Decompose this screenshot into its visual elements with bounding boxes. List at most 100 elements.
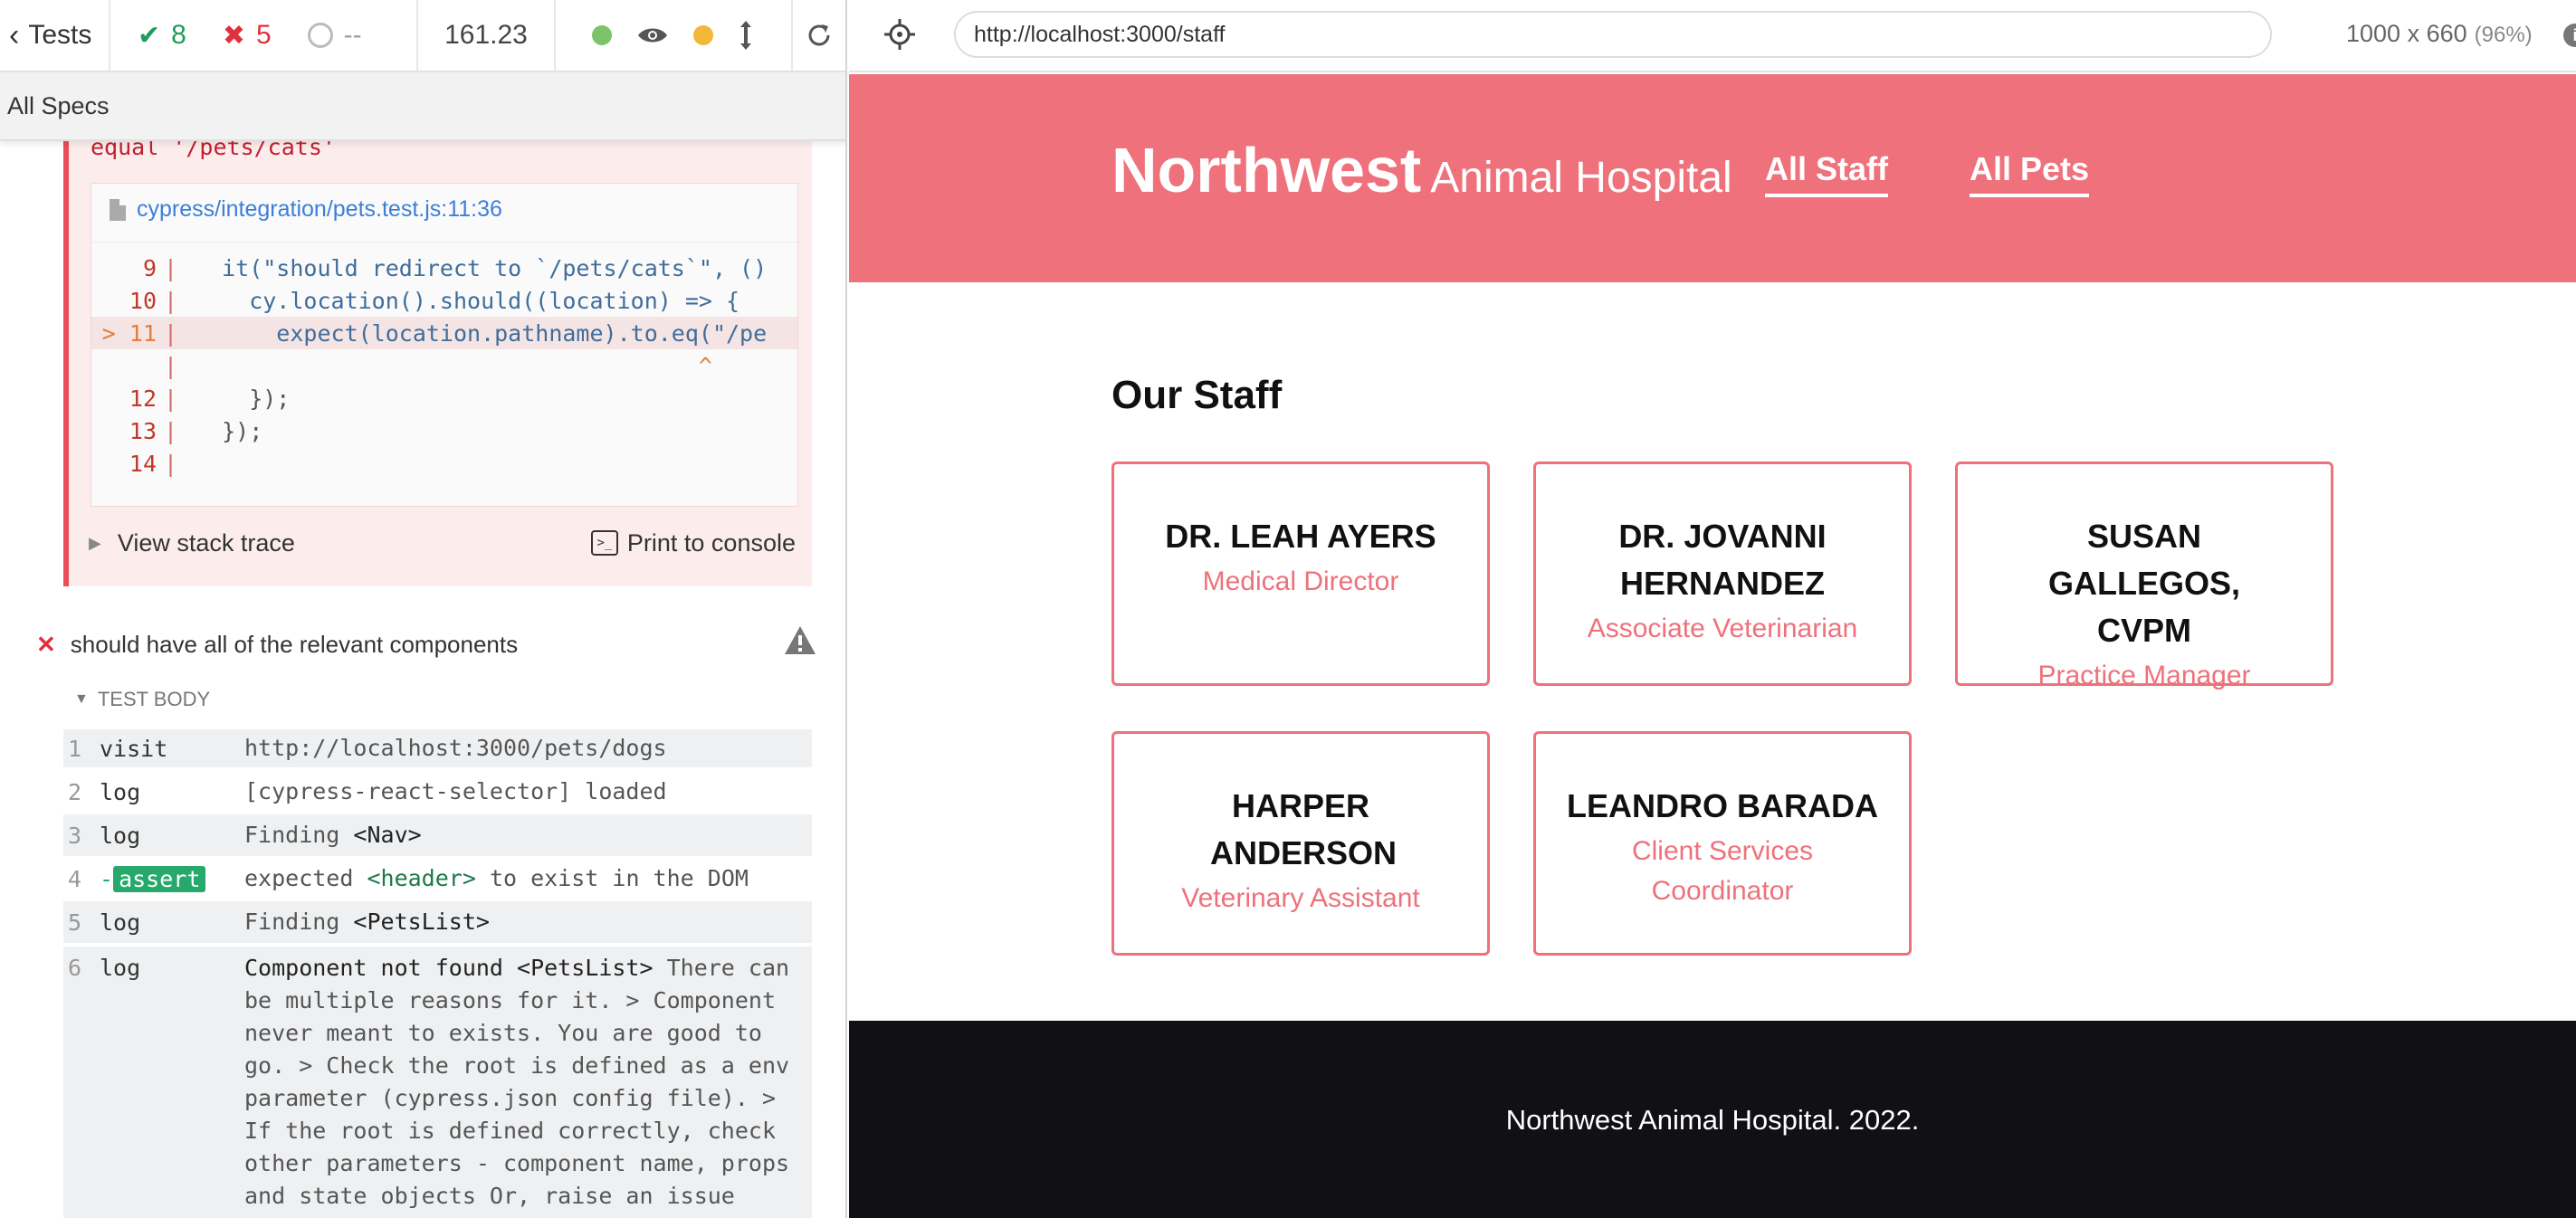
- code-line: 12 | });: [91, 382, 797, 414]
- test-stats: ✔ 8 ✖ 5 --: [110, 0, 418, 71]
- site-logo[interactable]: Northwest Animal Hospital: [1111, 134, 1732, 206]
- command-number: 6: [67, 955, 81, 981]
- file-icon: [110, 198, 126, 221]
- eye-icon[interactable]: [637, 25, 668, 45]
- print-to-console-button[interactable]: >_ Print to console: [590, 528, 796, 557]
- resize-vertical-icon[interactable]: [739, 20, 753, 51]
- failed-count: 5: [255, 20, 272, 50]
- component-name: <PetsList>: [353, 909, 490, 935]
- code-snippet: 9 | it("should redirect to `/pets/cats`",…: [91, 242, 797, 506]
- line-number: 13: [129, 417, 157, 444]
- code-line: 13 | });: [91, 414, 797, 447]
- staff-role: Medical Director: [1202, 566, 1399, 596]
- command-name: log: [100, 822, 141, 849]
- command-name: visit: [100, 735, 168, 762]
- failed-x-icon: ✕: [36, 630, 56, 658]
- pending-stat[interactable]: --: [307, 20, 362, 51]
- command-message: Component not found <PetsList> There can…: [244, 952, 797, 1218]
- code-frame: cypress/integration/pets.test.js:11:36 9…: [91, 183, 798, 507]
- code-line: 14 |: [91, 447, 797, 480]
- pending-count: --: [343, 20, 362, 50]
- all-specs-label: All Specs: [7, 91, 110, 119]
- print-to-console-label: Print to console: [626, 528, 796, 557]
- code-line: 9 | it("should redirect to `/pets/cats`",…: [91, 252, 797, 284]
- command-row[interactable]: 5 log Finding <PetsList>: [63, 901, 812, 943]
- url-input[interactable]: http://localhost:3000/staff: [954, 11, 2272, 58]
- info-icon[interactable]: i: [2563, 24, 2576, 47]
- warning-dot-icon: [693, 25, 713, 45]
- viewport-size: 1000 x 660 (96%): [2346, 20, 2533, 48]
- line-code: expect(location.pathname).to.eq("/pe: [195, 319, 768, 347]
- reload-icon: [808, 24, 830, 46]
- status-dot-icon: [592, 25, 612, 45]
- line-number: > 11: [101, 319, 157, 347]
- view-stack-trace-toggle[interactable]: View stack trace: [118, 529, 295, 557]
- line-code: cy.location().should((location) => {: [195, 287, 740, 314]
- command-number: 1: [67, 735, 81, 762]
- viewport-dimensions: 1000 x 660: [2346, 20, 2467, 47]
- nav-all-pets[interactable]: All Pets: [1970, 150, 2090, 197]
- passed-stat[interactable]: ✔ 8: [138, 20, 186, 52]
- staff-role: Practice Manager: [2037, 661, 2251, 690]
- line-caret: ^: [195, 352, 712, 379]
- tests-back-button[interactable]: ‹ Tests: [0, 0, 110, 71]
- message-text: Finding: [244, 909, 354, 935]
- assert-badge: assert: [113, 865, 206, 892]
- nav-all-staff[interactable]: All Staff: [1765, 150, 1889, 197]
- page-title: Our Staff: [1111, 373, 1283, 417]
- line-pipe: |: [164, 385, 178, 412]
- rerun-button[interactable]: [793, 0, 845, 71]
- command-message: Finding <PetsList>: [244, 906, 797, 938]
- line-code: });: [195, 417, 263, 444]
- logo-sub: Animal Hospital: [1430, 154, 1732, 202]
- code-file-link[interactable]: cypress/integration/pets.test.js:11:36: [110, 196, 502, 223]
- code-line: | ^: [91, 349, 797, 382]
- assert-dash: -: [100, 865, 114, 892]
- line-pipe: |: [164, 254, 178, 281]
- command-number: 3: [67, 822, 81, 849]
- url-text: http://localhost:3000/staff: [974, 21, 1226, 47]
- command-row[interactable]: 1 visit http://localhost:3000/pets/dogs: [63, 729, 812, 767]
- staff-role: Client Services Coordinator: [1631, 836, 1814, 906]
- staff-name: DR. LEAH AYERS: [1165, 518, 1436, 555]
- message-text: There can be multiple reasons for it. > …: [244, 955, 790, 1218]
- footer-text: Northwest Animal Hospital. 2022.: [1505, 1104, 1920, 1136]
- all-specs-link[interactable]: All Specs: [0, 72, 845, 141]
- command-row[interactable]: 2 log [cypress-react-selector] loaded: [63, 773, 812, 811]
- command-row[interactable]: 3 log Finding <Nav>: [63, 814, 812, 856]
- selector-playground-icon[interactable]: [883, 18, 916, 51]
- command-row[interactable]: 6 log Component not found <PetsList> The…: [63, 947, 812, 1218]
- message-text: Finding: [244, 822, 354, 848]
- test-body-toggle[interactable]: ▼ TEST BODY: [74, 688, 210, 711]
- line-number: 9: [142, 254, 157, 281]
- test-item[interactable]: ✕ should have all of the relevant compon…: [36, 624, 824, 664]
- check-icon: ✔: [138, 20, 161, 51]
- component-name: <Nav>: [353, 822, 422, 848]
- message-text: to exist in the DOM: [475, 865, 749, 891]
- command-row-assert[interactable]: 4 - assert expected <header> to exist in …: [63, 858, 812, 899]
- command-name: log: [100, 909, 141, 936]
- line-code: it("should redirect to `/pets/cats`", (): [195, 254, 768, 281]
- passed-count: 8: [171, 20, 186, 50]
- run-indicators: [556, 0, 793, 71]
- pending-circle-icon: [307, 23, 333, 48]
- error-panel: equal '/pets/cats' cypress/integration/p…: [63, 127, 812, 586]
- terminal-icon: >_: [590, 530, 618, 556]
- stack-trace-row: ▶ View stack trace >_ Print to console: [69, 516, 812, 570]
- line-number: 10: [129, 287, 157, 314]
- chevron-left-icon: ‹: [9, 17, 20, 52]
- command-number: 2: [67, 778, 81, 805]
- message-text: expected: [244, 865, 367, 891]
- site-header: Northwest Animal Hospital All Staff All P…: [849, 74, 2576, 282]
- warning-icon: [785, 626, 816, 654]
- failed-stat[interactable]: ✖ 5: [223, 20, 272, 52]
- command-number: 4: [67, 865, 81, 892]
- browser-url-bar: http://localhost:3000/staff 1000 x 660 (9…: [849, 0, 2576, 72]
- message-strong: Component not found <PetsList>: [244, 955, 654, 981]
- run-duration: 161.23: [418, 0, 556, 71]
- command-number: 5: [67, 909, 81, 936]
- line-pipe: |: [164, 417, 178, 444]
- line-pipe: |: [164, 319, 178, 347]
- command-message: expected <header> to exist in the DOM: [244, 862, 797, 895]
- element-name: <header>: [367, 865, 476, 891]
